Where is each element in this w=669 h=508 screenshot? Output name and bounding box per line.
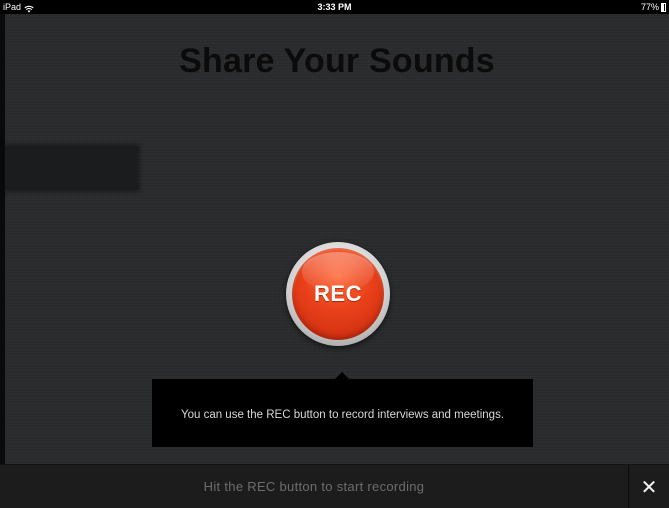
tooltip-text: You can use the REC button to record int… xyxy=(180,408,505,421)
status-time: 3:33 PM xyxy=(317,2,352,12)
tooltip-arrow xyxy=(335,372,349,379)
battery-percent: 77% xyxy=(640,2,659,12)
rec-button[interactable]: REC xyxy=(292,248,384,340)
waveform-strip xyxy=(5,146,138,190)
rec-tooltip: You can use the REC button to record int… xyxy=(152,379,533,447)
page-title: Share Your Sounds xyxy=(179,42,495,80)
status-bar: iPad 3:33 PM 77% xyxy=(0,0,669,14)
close-icon: ✕ xyxy=(640,475,658,499)
app-screen: iPad 3:33 PM 77% Share Your Sounds REC Y… xyxy=(0,0,669,508)
bottom-bar: Hit the REC button to start recording ✕ xyxy=(0,464,669,508)
rec-button-label: REC xyxy=(314,281,362,306)
status-right: 77% xyxy=(641,0,666,14)
battery-icon xyxy=(661,2,666,12)
close-button[interactable]: ✕ xyxy=(629,465,669,508)
bottom-message: Hit the REC button to start recording xyxy=(203,479,425,494)
